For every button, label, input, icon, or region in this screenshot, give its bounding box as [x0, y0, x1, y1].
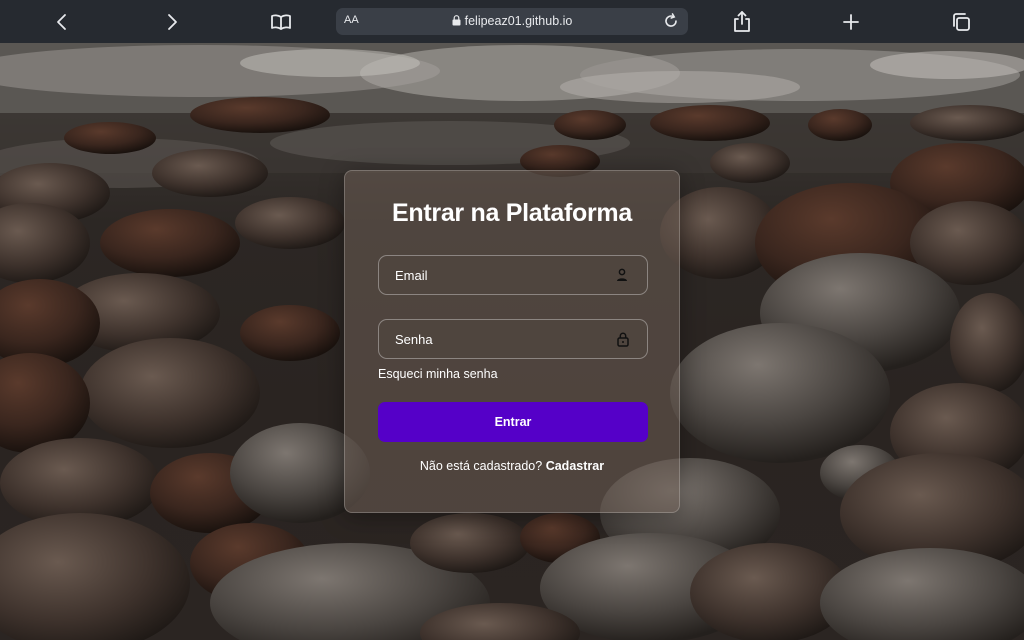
- email-field[interactable]: [378, 255, 648, 295]
- login-card: Entrar na Plataforma Esqueci minha senha…: [344, 170, 680, 513]
- plus-icon[interactable]: [835, 6, 867, 38]
- page-title: Entrar na Plataforma: [392, 199, 632, 227]
- tabs-icon[interactable]: [945, 6, 977, 38]
- share-icon[interactable]: [726, 6, 758, 38]
- submit-button[interactable]: Entrar: [378, 402, 648, 442]
- email-input[interactable]: [395, 267, 615, 283]
- lock-icon: [617, 332, 629, 352]
- signup-link[interactable]: Cadastrar: [546, 459, 604, 473]
- signup-prompt: Não está cadastrado?: [419, 459, 543, 473]
- signup-row: Não está cadastrado? Cadastrar: [345, 459, 679, 473]
- forward-icon[interactable]: [156, 6, 188, 38]
- url-text: felipeaz01.github.io: [464, 14, 573, 28]
- browser-toolbar: AA felipeaz01.github.io: [0, 0, 1024, 43]
- forgot-password-link[interactable]: Esqueci minha senha: [378, 367, 498, 381]
- book-icon[interactable]: [265, 6, 297, 38]
- address-bar[interactable]: AA felipeaz01.github.io: [336, 8, 688, 35]
- password-field[interactable]: [378, 319, 648, 359]
- user-icon: [615, 268, 629, 287]
- password-input[interactable]: [395, 331, 615, 347]
- lock-icon: [452, 15, 461, 26]
- back-icon[interactable]: [46, 6, 78, 38]
- reload-icon[interactable]: [662, 12, 680, 35]
